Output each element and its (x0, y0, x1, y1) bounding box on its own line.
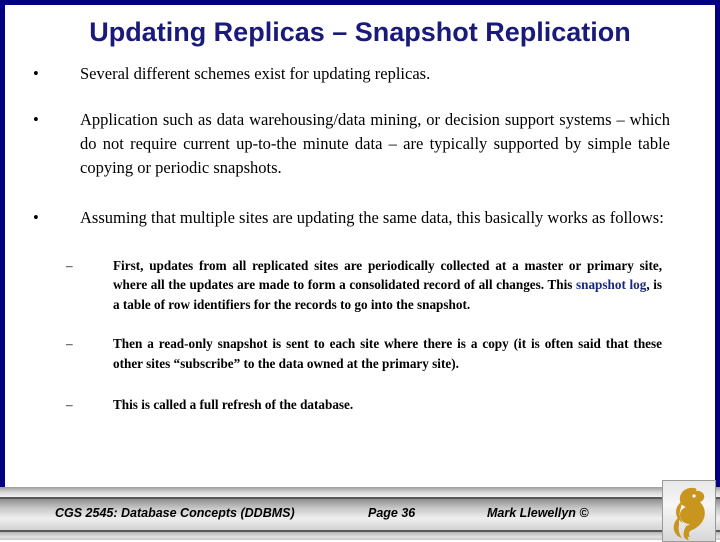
footer-course-label: CGS 2545: Database Concepts (DDBMS) (55, 506, 295, 520)
sub-bullet-item: – First, updates from all replicated sit… (0, 256, 720, 315)
bullet-item: • Assuming that multiple sites are updat… (0, 206, 720, 230)
bullet-text: Several different schemes exist for upda… (80, 64, 431, 83)
bullet-marker: • (33, 64, 39, 83)
slide-border-top (0, 0, 720, 5)
bullet-text: Assuming that multiple sites are updatin… (80, 207, 664, 227)
sub-bullet-marker: – (66, 336, 73, 352)
sub-bullet-marker: – (66, 257, 73, 273)
footer-band-bottom (0, 532, 720, 540)
sub-bullet-text: This is called a full refresh of the dat… (113, 397, 354, 413)
slide-body: • Several different schemes exist for up… (0, 62, 720, 415)
sub-bullet-item: – This is called a full refresh of the d… (0, 395, 720, 415)
slide-footer: CGS 2545: Database Concepts (DDBMS) Page… (0, 487, 720, 540)
presentation-slide: Updating Replicas – Snapshot Replication… (0, 0, 720, 542)
bullet-text: Application such as data warehousing/dat… (80, 109, 670, 177)
bullet-item: • Several different schemes exist for up… (0, 62, 720, 86)
sub-bullet-text: Then a read-only snapshot is sent to eac… (113, 336, 662, 371)
bullet-marker: • (33, 109, 39, 129)
bullet-item: • Application such as data warehousing/d… (0, 108, 720, 180)
bullet-marker: • (33, 207, 39, 227)
snapshot-log-highlight: snapshot log (576, 277, 647, 293)
pegasus-icon (673, 487, 705, 540)
footer-band-top (0, 487, 720, 497)
pegasus-eye (692, 494, 696, 498)
sub-bullet-item: – Then a read-only snapshot is sent to e… (0, 334, 720, 373)
slide-title: Updating Replicas – Snapshot Replication (89, 17, 631, 47)
footer-page-number: Page 36 (368, 506, 416, 520)
footer-author-label: Mark Llewellyn © (487, 506, 589, 520)
ucf-pegasus-logo (662, 480, 716, 542)
sub-bullet-marker: – (66, 397, 73, 413)
